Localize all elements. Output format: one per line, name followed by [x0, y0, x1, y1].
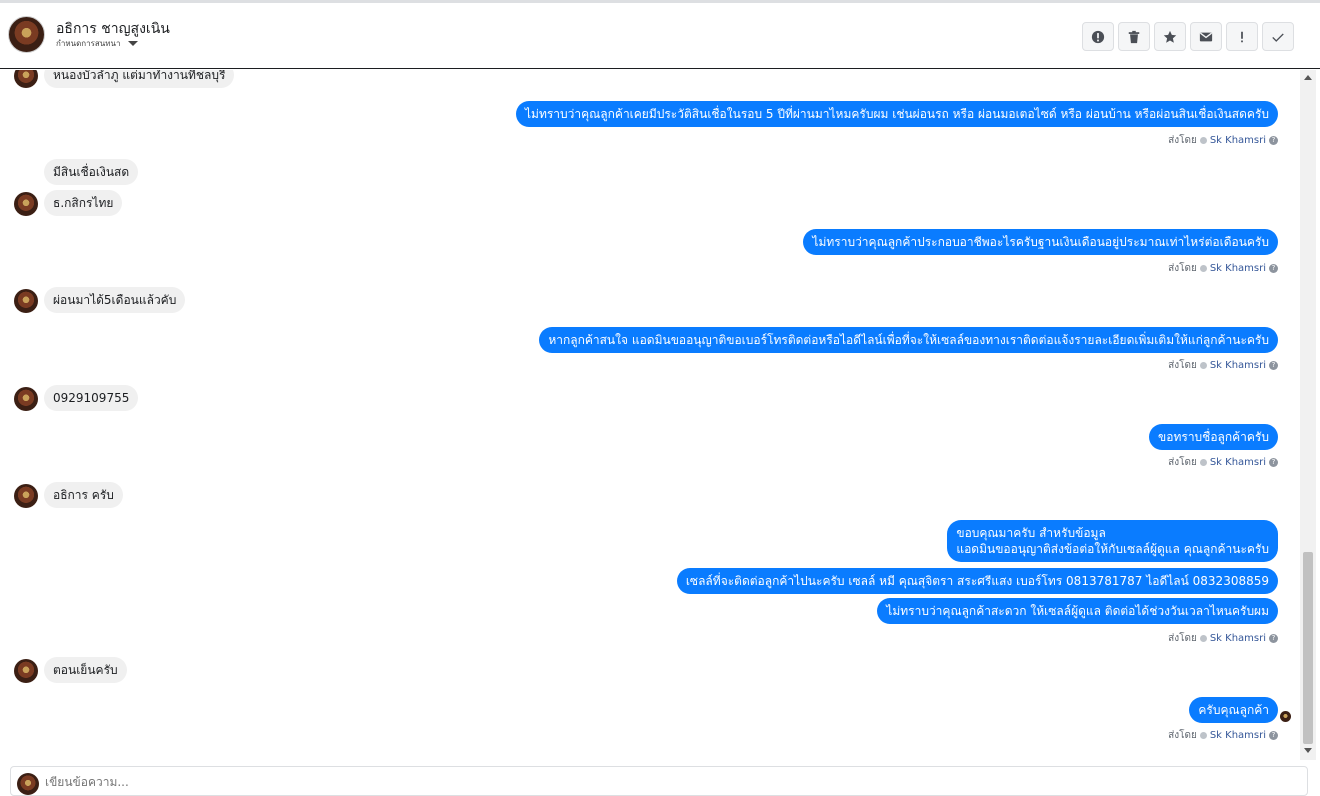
help-icon[interactable]: ?: [1269, 458, 1278, 467]
agent-avatar-icon: [1199, 137, 1207, 144]
sent-by-label: ส่งโดย Sk Khamsri ?: [1168, 133, 1278, 148]
conversation-settings-label: กำหนดการสนทนา: [56, 39, 121, 48]
sent-by-prefix: ส่งโดย: [1168, 360, 1197, 371]
outgoing-message: ครับคุณลูกค้า: [1189, 697, 1278, 723]
outgoing-message: ไม่ทราบว่าคุณลูกค้าเคยมีประวัติสินเชื่อใ…: [516, 101, 1278, 127]
sent-by-prefix: ส่งโดย: [1168, 633, 1197, 644]
conversation-toolbar: [1082, 22, 1294, 51]
contact-avatar-small: [14, 659, 38, 683]
contact-avatar-small: [14, 484, 38, 508]
star-icon: [1163, 30, 1177, 43]
help-icon[interactable]: ?: [1269, 264, 1278, 273]
incoming-message: มีสินเชื่อเงินสด: [44, 159, 139, 185]
message-composer: [10, 766, 1308, 796]
agent-name[interactable]: Sk Khamsri: [1210, 360, 1266, 371]
trash-icon: [1128, 30, 1140, 43]
sent-by-label: ส่งโดย Sk Khamsri ?: [1168, 358, 1278, 373]
mark-done-button[interactable]: [1262, 22, 1294, 51]
help-icon[interactable]: ?: [1269, 361, 1278, 370]
sent-by-prefix: ส่งโดย: [1168, 457, 1197, 468]
mail-icon: [1199, 32, 1213, 41]
help-icon[interactable]: ?: [1269, 731, 1278, 740]
mark-spam-button[interactable]: [1082, 22, 1114, 51]
outgoing-message-line: แอดมินขออนุญาติส่งข้อต่อให้กับเซลล์ผู้ดู…: [956, 542, 1269, 556]
page-avatar: [17, 773, 39, 795]
message-input[interactable]: [45, 775, 1245, 789]
outgoing-message: หากลูกค้าสนใจ แอดมินขออนุญาติขอเบอร์โทรต…: [539, 327, 1278, 353]
contact-avatar-small: [14, 289, 38, 313]
agent-name[interactable]: Sk Khamsri: [1210, 263, 1266, 274]
agent-name[interactable]: Sk Khamsri: [1210, 135, 1266, 146]
sent-by-label: ส่งโดย Sk Khamsri ?: [1168, 261, 1278, 276]
help-icon[interactable]: ?: [1269, 634, 1278, 643]
alert-circle-icon: [1091, 30, 1105, 43]
check-icon: [1272, 32, 1284, 42]
outgoing-message: ไม่ทราบว่าคุณลูกค้าประกอบอาชีพอะไรครับฐา…: [803, 229, 1278, 255]
sent-by-label: ส่งโดย Sk Khamsri ?: [1168, 455, 1278, 470]
outgoing-message: ขอทราบชื่อลูกค้าครับ: [1149, 424, 1278, 450]
sent-by-prefix: ส่งโดย: [1168, 730, 1197, 741]
outgoing-message: ไม่ทราบว่าคุณลูกค้าสะดวก ให้เซลล์ผู้ดูแล…: [877, 598, 1278, 624]
contact-avatar-small: [14, 70, 38, 88]
incoming-message: หนองบัวลำภู แต่มาทำงานที่ชลบุรี: [44, 70, 235, 88]
agent-avatar-icon: [1199, 732, 1207, 739]
agent-avatar-icon: [1199, 265, 1207, 272]
incoming-message: 0929109755: [44, 385, 139, 411]
sent-by-label: ส่งโดย Sk Khamsri ?: [1168, 631, 1278, 646]
agent-avatar-icon: [1199, 362, 1207, 369]
contact-avatar-small: [14, 192, 38, 216]
message-thread[interactable]: หนองบัวลำภู แต่มาทำงานที่ชลบุรี ไม่ทราบว…: [0, 70, 1300, 760]
star-button[interactable]: [1154, 22, 1186, 51]
incoming-message: ธ.กสิกรไทย: [44, 190, 123, 216]
outgoing-message: ขอบคุณมาครับ สำหรับข้อมูล แอดมินขออนุญาต…: [947, 520, 1278, 562]
help-icon[interactable]: ?: [1269, 136, 1278, 145]
conversation-header: อธิการ ชาญสูงเนิน กำหนดการสนทนา: [0, 0, 1320, 69]
incoming-message: ตอนเย็นครับ: [44, 657, 127, 683]
sent-by-label: ส่งโดย Sk Khamsri ?: [1168, 728, 1278, 743]
scroll-thumb[interactable]: [1303, 552, 1313, 744]
thread-scrollbar[interactable]: [1300, 70, 1316, 760]
agent-avatar-icon: [1199, 459, 1207, 466]
chevron-down-icon: [127, 41, 138, 46]
delete-button[interactable]: [1118, 22, 1150, 51]
mark-unread-button[interactable]: [1190, 22, 1222, 51]
scroll-down-arrow-icon[interactable]: [1304, 748, 1312, 753]
sent-by-prefix: ส่งโดย: [1168, 135, 1197, 146]
seen-indicator-avatar: [1280, 711, 1291, 722]
agent-name[interactable]: Sk Khamsri: [1210, 633, 1266, 644]
agent-name[interactable]: Sk Khamsri: [1210, 730, 1266, 741]
contact-avatar-small: [14, 387, 38, 411]
outgoing-message: เซลล์ที่จะติดต่อลูกค้าไปนะครับ เซลล์ หมี…: [676, 568, 1278, 594]
follow-up-button[interactable]: [1226, 22, 1258, 51]
sent-by-prefix: ส่งโดย: [1168, 263, 1197, 274]
contact-avatar[interactable]: [8, 16, 45, 53]
exclamation-icon: [1241, 31, 1243, 42]
outgoing-message-line: ขอบคุณมาครับ สำหรับข้อมูล: [956, 526, 1106, 540]
agent-name[interactable]: Sk Khamsri: [1210, 457, 1266, 468]
conversation-settings-dropdown[interactable]: กำหนดการสนทนา: [56, 37, 138, 50]
incoming-message: อธิการ ครับ: [44, 482, 123, 508]
scroll-up-arrow-icon[interactable]: [1304, 75, 1312, 80]
agent-avatar-icon: [1199, 635, 1207, 642]
incoming-message: ผ่อนมาได้5เดือนแล้วคับ: [44, 287, 186, 313]
